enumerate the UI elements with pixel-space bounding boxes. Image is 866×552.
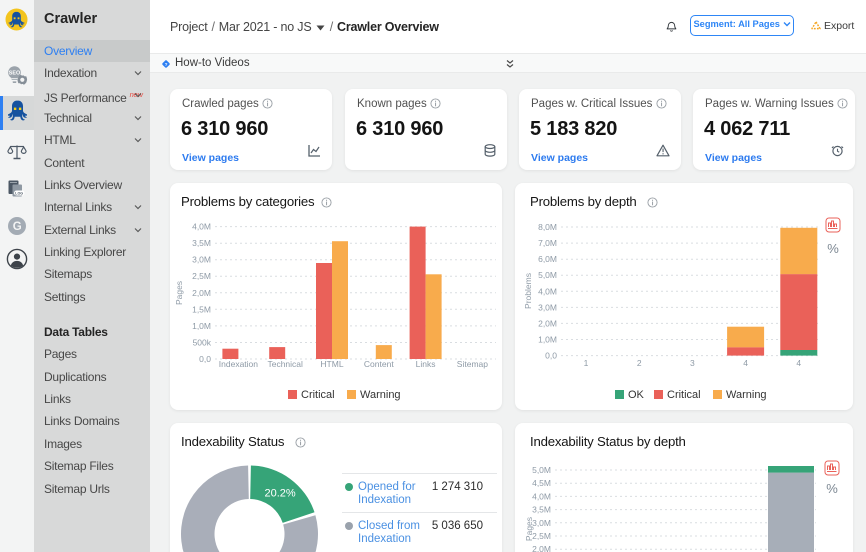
svg-text:1: 1 [584, 358, 589, 368]
svg-text:2,5M: 2,5M [192, 271, 211, 281]
svg-text:5,0M: 5,0M [538, 270, 557, 280]
svg-text:2,5M: 2,5M [532, 531, 551, 541]
svg-text:4,5M: 4,5M [532, 478, 551, 488]
svg-text:8,0M: 8,0M [538, 222, 557, 232]
svg-text:%: % [826, 481, 838, 496]
svg-text:SEO: SEO [9, 71, 20, 77]
svg-text:Critical: Critical [301, 389, 335, 401]
svg-text:500k: 500k [193, 338, 212, 348]
svg-text:0,0: 0,0 [545, 351, 557, 361]
svg-text:1,0M: 1,0M [192, 321, 211, 331]
svg-text:Sitemap: Sitemap [457, 359, 488, 369]
svg-text:7,0M: 7,0M [538, 238, 557, 248]
svg-text:Content: Content [364, 359, 394, 369]
svg-text:Pages: Pages [524, 517, 534, 541]
svg-text:4,0M: 4,0M [538, 286, 557, 296]
svg-text:3,5M: 3,5M [192, 238, 211, 248]
svg-text:3: 3 [690, 358, 695, 368]
svg-text:OK: OK [628, 389, 645, 401]
svg-text:4: 4 [796, 358, 801, 368]
svg-text:1,0M: 1,0M [538, 335, 557, 345]
svg-text:%: % [827, 241, 839, 256]
svg-text:Warning: Warning [726, 389, 767, 401]
svg-text:5,0M: 5,0M [532, 465, 551, 475]
svg-text:3,0M: 3,0M [192, 255, 211, 265]
svg-text:?: ? [165, 62, 168, 67]
svg-text:Indexation: Indexation [219, 359, 258, 369]
svg-text:1,5M: 1,5M [192, 304, 211, 314]
svg-text:Links: Links [416, 359, 436, 369]
svg-text:G: G [13, 221, 22, 233]
svg-text:3,0M: 3,0M [532, 518, 551, 528]
svg-text:Critical: Critical [667, 389, 701, 401]
svg-text:2: 2 [637, 358, 642, 368]
svg-text:Technical: Technical [267, 359, 303, 369]
svg-text:Warning: Warning [360, 389, 401, 401]
svg-text:Pages: Pages [174, 281, 184, 305]
svg-text:4: 4 [743, 358, 748, 368]
svg-text:0,0: 0,0 [199, 354, 211, 364]
svg-text:LOG: LOG [15, 191, 23, 195]
svg-text:3,0M: 3,0M [538, 302, 557, 312]
svg-text:4,0M: 4,0M [532, 491, 551, 501]
svg-text:Problems: Problems [523, 273, 533, 309]
svg-text:20.2%: 20.2% [264, 487, 295, 499]
svg-text:2,0M: 2,0M [538, 318, 557, 328]
svg-text:HTML: HTML [320, 359, 343, 369]
svg-text:2,0M: 2,0M [532, 544, 551, 552]
svg-text:2,0M: 2,0M [192, 288, 211, 298]
svg-text:3,5M: 3,5M [532, 505, 551, 515]
svg-text:6,0M: 6,0M [538, 254, 557, 264]
svg-text:4,0M: 4,0M [192, 222, 211, 232]
